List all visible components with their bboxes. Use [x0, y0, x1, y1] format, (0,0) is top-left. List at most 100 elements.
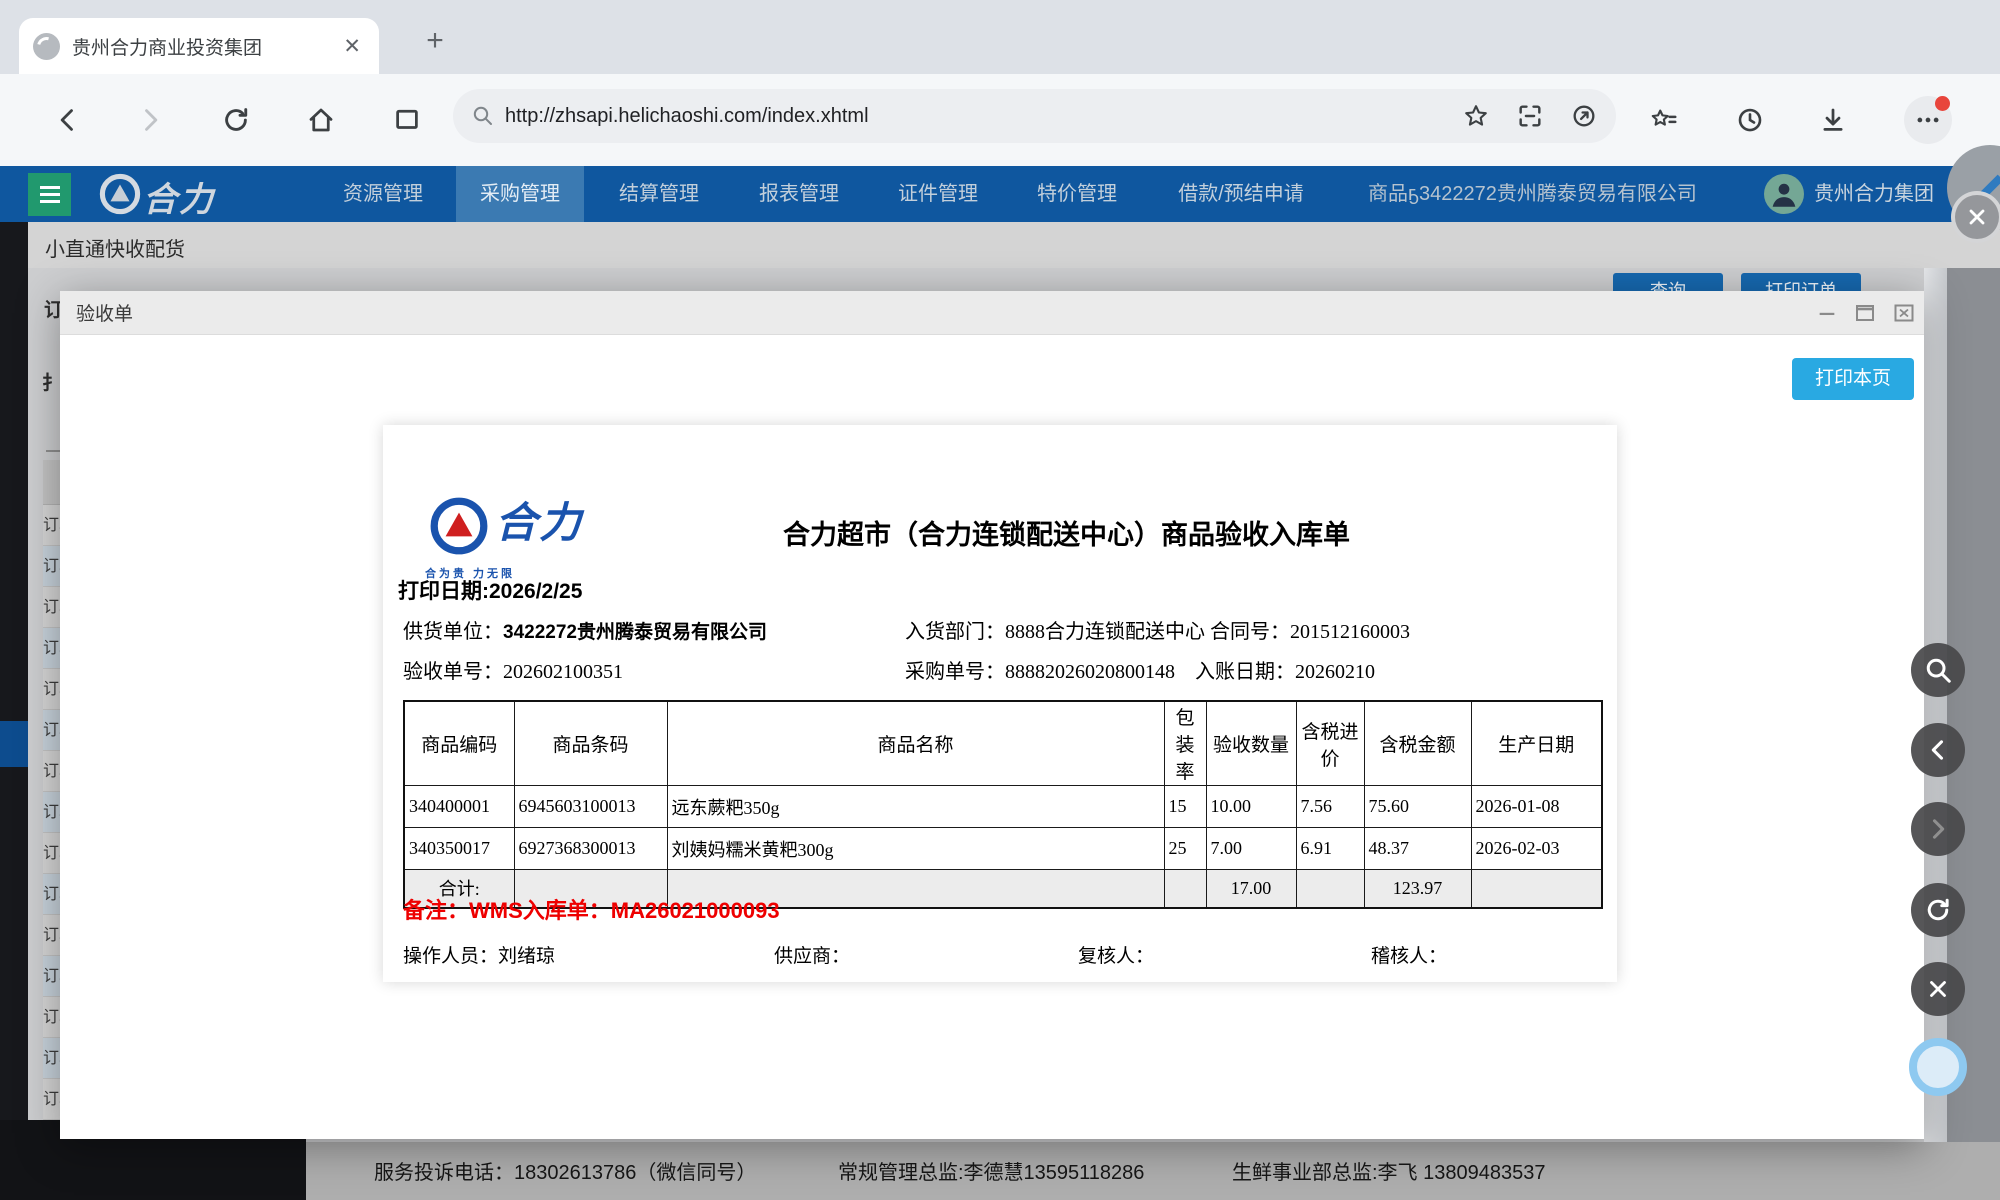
- table-row-stub: 订单: [43, 1079, 61, 1120]
- brand-logo-text: 合力: [143, 181, 215, 219]
- table-row-stub: 订单: [43, 628, 61, 669]
- hamburger-icon: [39, 186, 60, 189]
- table-row-stub: 订单: [43, 669, 61, 710]
- sidebar-selected-item[interactable]: [0, 721, 28, 767]
- breadcrumb-bar: [0, 222, 2000, 268]
- table-row: 340350017 6927368300013 刘姨妈糯米黄粑300g 25 7.0…: [403, 827, 1603, 870]
- heli-logo-text: 合力: [495, 499, 584, 546]
- browser-menu-button[interactable]: [1904, 96, 1952, 144]
- signoff-operator: 操作人员：刘绪琼: [403, 946, 556, 967]
- table-row-stub: 订单: [43, 792, 61, 833]
- browser-tab-strip: 贵州合力商业投资集团 ✕ +: [0, 0, 2000, 74]
- document-title: 合力超市（合力连锁配送中心）商品验收入库单: [783, 520, 1350, 550]
- footer-service-phone: 服务投诉电话：18302613786（微信同号）: [374, 1162, 757, 1184]
- nav-item-special-price-mgmt[interactable]: 特价管理: [1037, 166, 1117, 222]
- notification-dot: [1935, 96, 1950, 111]
- account-name[interactable]: 贵州合力集团: [1814, 166, 1934, 222]
- desktop-mode-button[interactable]: [383, 96, 431, 144]
- bookmark-star-icon[interactable]: [1462, 102, 1490, 130]
- search-icon: [473, 106, 492, 125]
- annotation-close-button[interactable]: [1951, 191, 2000, 243]
- user-avatar[interactable]: [1764, 174, 1804, 214]
- history-button[interactable]: [1726, 96, 1774, 144]
- purchase-number-line: 采购单号：88882026020800148 入账日期：20260210: [905, 661, 1375, 683]
- print-this-page-button[interactable]: 打印本页: [1792, 358, 1914, 400]
- close-icon: [1930, 981, 1946, 997]
- screenshot-capture-icon[interactable]: [1516, 102, 1544, 130]
- clipped-text-fragment: 扌: [42, 373, 62, 394]
- table-header-row: 商品编码 商品条码 商品名称 包装率 验收数量 含税进价 含税金额 生产日期: [403, 700, 1603, 786]
- minimize-icon[interactable]: [1816, 302, 1838, 324]
- refresh-tool-button[interactable]: [1911, 883, 1965, 937]
- next-page-button[interactable]: [1911, 802, 1965, 856]
- prev-page-button[interactable]: [1911, 723, 1965, 777]
- nav-item-product-overlapped[interactable]: 商品ҕ3422272贵州腾泰贸易有限公司: [1368, 166, 1697, 222]
- heli-logo-icon: [428, 495, 490, 562]
- table-row-stub: 订单: [43, 833, 61, 874]
- zoom-tool-button[interactable]: [1911, 643, 1965, 697]
- department-line: 入货部门：8888合力连锁配送中心 合同号：201512160003: [905, 621, 1410, 643]
- table-row: 340400001 6945603100013 远东蕨粑350g 15 10.00 7…: [403, 785, 1603, 828]
- downloads-button[interactable]: [1809, 96, 1857, 144]
- receipt-document: 合力 合为贵 力无限 合力超市（合力连锁配送中心）商品验收入库单 打印日期:20…: [383, 425, 1617, 982]
- print-date: 打印日期:2026/2/25: [398, 580, 583, 603]
- chevron-left-icon: [1931, 740, 1944, 760]
- back-button[interactable]: [44, 96, 92, 144]
- nav-item-resource-mgmt[interactable]: 资源管理: [343, 166, 423, 222]
- url-text[interactable]: http://zhsapi.helichaoshi.com/index.xhtm…: [505, 105, 1452, 128]
- stub-table-header: [43, 460, 61, 505]
- footer-director-fresh: 生鲜事业部总监:李飞 13809483537: [1232, 1162, 1546, 1184]
- site-favicon-icon: [33, 32, 60, 60]
- nav-item-settlement-mgmt[interactable]: 结算管理: [619, 166, 699, 222]
- table-row-stub: 订单: [43, 505, 61, 546]
- left-row-stubs: 订单订单订单订单订单订单订单订单订单订单订单订单订单订单订单订单: [43, 460, 61, 1140]
- breadcrumb: 小直通快收配货: [45, 239, 185, 261]
- signoff-auditor: 稽核人：: [1371, 946, 1448, 967]
- assistant-bubble-button[interactable]: [1909, 1038, 1967, 1096]
- new-tab-button[interactable]: +: [415, 22, 455, 62]
- signoff-supplier: 供应商：: [774, 946, 851, 967]
- nav-item-report-mgmt[interactable]: 报表管理: [759, 166, 839, 222]
- reload-button[interactable]: [212, 96, 260, 144]
- nav-item-loan-request[interactable]: 借款/预结申请: [1178, 166, 1304, 222]
- home-button[interactable]: [297, 96, 345, 144]
- table-row-stub: 订单: [43, 1038, 61, 1079]
- address-bar[interactable]: http://zhsapi.helichaoshi.com/index.xhtm…: [453, 89, 1616, 143]
- table-row-stub: 订单: [43, 710, 61, 751]
- menu-toggle-button[interactable]: [28, 173, 71, 216]
- browser-tab[interactable]: 贵州合力商业投资集团 ✕: [19, 18, 379, 74]
- chevron-right-icon: [1932, 819, 1945, 839]
- footer-director-general: 常规管理总监:李德慧13595118286: [838, 1162, 1145, 1184]
- bookmarks-list-button[interactable]: [1640, 96, 1688, 144]
- share-send-icon[interactable]: [1570, 102, 1598, 130]
- close-icon: [1969, 209, 1985, 225]
- table-row-stub: 订单: [43, 874, 61, 915]
- receipt-table: 商品编码 商品条码 商品名称 包装率 验收数量 含税进价 含税金额 生产日期 34040…: [403, 700, 1603, 909]
- receipt-modal: 验收单 打印本页 合力 合为贵 力无限 合力超市（合力连锁配送中心）商品验收入库…: [60, 291, 1924, 1139]
- table-row-stub: 订单: [43, 956, 61, 997]
- table-row-stub: 订单: [43, 546, 61, 587]
- receipt-number-line: 验收单号：202602100351: [403, 661, 623, 683]
- refresh-icon: [1927, 898, 1949, 921]
- collapsed-sidebar: [0, 222, 28, 1200]
- modal-header[interactable]: 验收单: [60, 291, 1924, 335]
- nav-item-purchase-mgmt[interactable]: 采购管理: [456, 166, 584, 222]
- wms-remark: 备注：WMS入库单：MA26021000093: [403, 898, 780, 923]
- signoff-reviewer: 复核人：: [1078, 946, 1155, 967]
- brand-logo-icon: [98, 172, 142, 221]
- magnifier-icon: [1926, 658, 1951, 683]
- close-tool-button[interactable]: [1911, 962, 1965, 1016]
- modal-title: 验收单: [76, 304, 134, 325]
- tab-title: 贵州合力商业投资集团: [72, 37, 263, 59]
- table-row-stub: 订单: [43, 915, 61, 956]
- application-window: 贵州合力商业投资集团 ✕ + http://zhsapi.helichaoshi…: [0, 0, 2000, 1200]
- supplier-line: 供货单位：3422272贵州腾泰贸易有限公司: [403, 621, 767, 643]
- table-row-stub: 订单: [43, 997, 61, 1038]
- forward-button[interactable]: [126, 96, 174, 144]
- tab-close-icon[interactable]: ✕: [339, 34, 365, 59]
- nav-item-certificate-mgmt[interactable]: 证件管理: [898, 166, 978, 222]
- maximize-icon[interactable]: [1853, 301, 1877, 325]
- close-icon[interactable]: [1892, 301, 1916, 325]
- table-row-stub: 订单: [43, 587, 61, 628]
- app-navbar: [0, 166, 2000, 222]
